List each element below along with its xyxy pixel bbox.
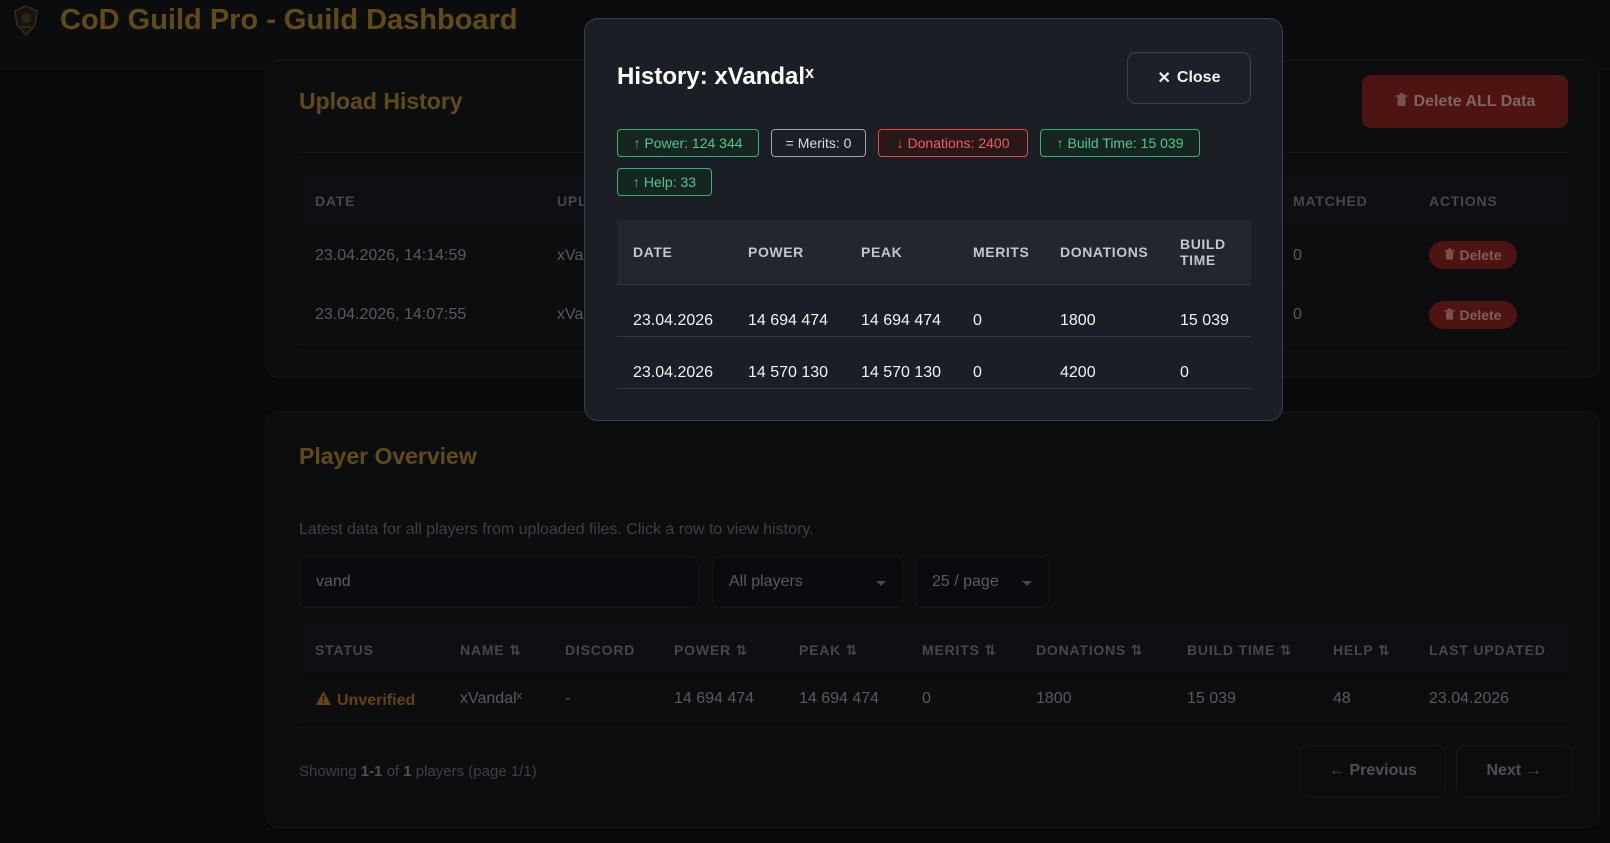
player-history-modal: History: xVandalˣ ✕ Close ↑ Power: 124 3… [584,18,1283,421]
arrow-up-icon: ↑ [633,135,641,151]
power-change-badge: ↑ Power: 124 344 [617,129,759,157]
history-row-2-peak: 14 570 130 [861,364,942,381]
badge-text: Power: 124 344 [644,135,743,151]
merits-change-badge: = Merits: 0 [771,129,866,157]
history-row-divider [617,388,1251,389]
history-row-2-merits: 0 [973,364,982,381]
history-row-2-power: 14 570 130 [748,364,829,381]
equal-icon: = [785,135,794,151]
arrow-down-icon: ↓ [896,135,904,151]
history-col-donations: DONATIONS [1060,244,1149,260]
close-button[interactable]: ✕ Close [1127,52,1251,104]
donations-change-badge: ↓ Donations: 2400 [878,129,1028,157]
history-col-date: DATE [633,244,673,260]
modal-title: History: xVandalˣ [617,63,814,90]
history-row-1-donations: 1800 [1060,312,1096,329]
history-row-1-build-time: 15 039 [1180,312,1229,329]
history-col-power: POWER [748,244,804,260]
arrow-up-icon: ↑ [632,174,640,190]
close-icon: ✕ [1157,70,1171,87]
close-label: Close [1176,69,1221,86]
history-col-merits: MERITS [973,244,1030,260]
badge-text: Donations: 2400 [907,135,1010,151]
history-row-1-merits: 0 [973,312,982,329]
help-change-badge: ↑ Help: 33 [617,168,712,196]
history-col-peak: PEAK [861,244,903,260]
history-table-header [617,220,1251,284]
history-row-2-build-time: 0 [1180,364,1189,381]
history-header-divider [617,284,1251,285]
badge-text: Help: 33 [643,174,697,190]
history-row-1-power: 14 694 474 [748,312,829,329]
badge-text: Build Time: 15 039 [1067,135,1184,151]
build-time-change-badge: ↑ Build Time: 15 039 [1040,129,1200,157]
history-row-2-donations: 4200 [1060,364,1096,381]
history-row-1-peak: 14 694 474 [861,312,942,329]
history-col-build-time: BUILD TIME [1180,236,1226,268]
arrow-up-icon: ↑ [1056,135,1064,151]
history-row-1-date: 23.04.2026 [633,312,714,329]
history-row-2-date: 23.04.2026 [633,364,714,381]
badge-text: Merits: 0 [797,135,852,151]
history-row-divider [617,336,1251,337]
